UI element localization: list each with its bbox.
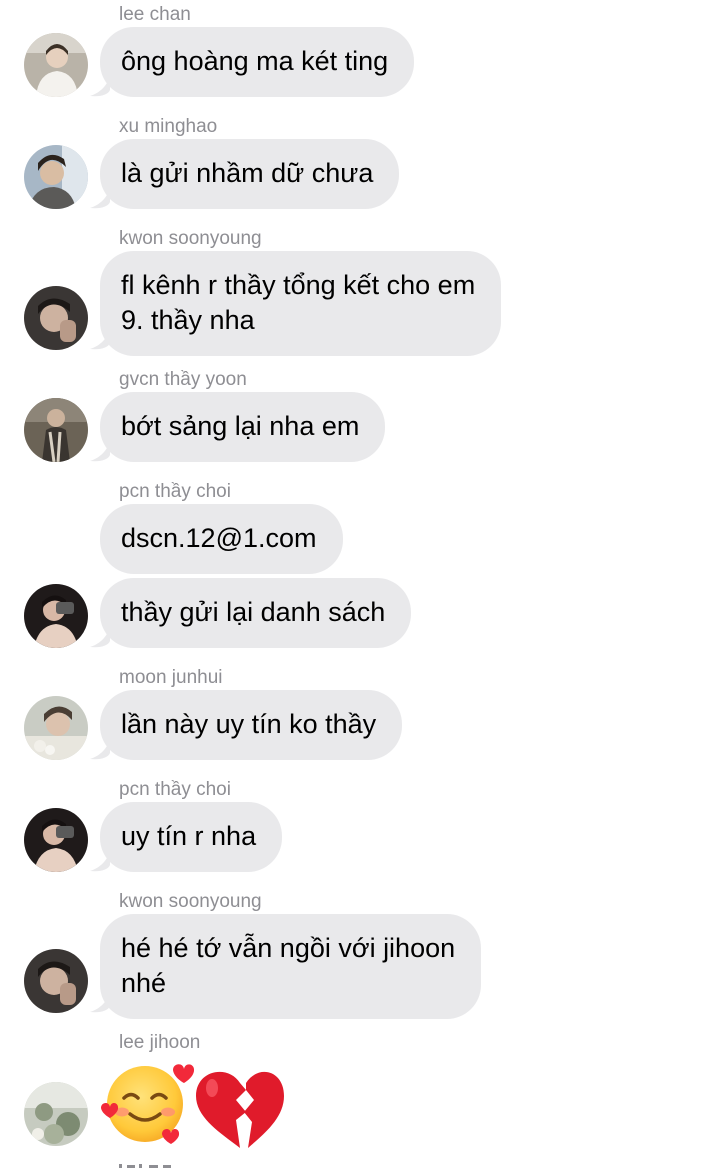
- message-line: 9. thầy nha: [121, 305, 255, 335]
- sender-name-gvcn-thay-yoon: gvcn thầy yoon: [119, 369, 247, 390]
- avatar-lee-chan[interactable]: [24, 33, 88, 97]
- message-bubble[interactable]: dscn.12@1.com: [100, 504, 343, 574]
- avatar-gvcn-thay-yoon[interactable]: [24, 398, 88, 462]
- message-bubble[interactable]: hé hé tớ vẫn ngồi với jihoon nhé: [100, 914, 482, 1019]
- avatar-kwon-soonyoung[interactable]: [24, 949, 88, 1013]
- sender-name-pcn-thay-choi: pcn thầy choi: [119, 779, 231, 800]
- message-line: fl kênh r thầy tổng kết cho em: [121, 270, 476, 300]
- emoji-message[interactable]: [100, 1056, 300, 1150]
- sender-name-pcn-thay-choi: pcn thầy choi: [119, 481, 231, 502]
- message-line: nhé: [121, 968, 167, 998]
- avatar-xu-minghao[interactable]: [24, 145, 88, 209]
- avatar-kwon-soonyoung[interactable]: [24, 286, 88, 350]
- message-bubble[interactable]: lần này uy tín ko thầy: [100, 690, 403, 760]
- message-bubble[interactable]: bớt sảng lại nha em: [100, 392, 386, 462]
- sender-name-lee-chan: lee chan: [119, 4, 191, 25]
- sender-name-xu-minghao: xu minghao: [119, 116, 218, 137]
- avatar-lee-jihoon[interactable]: [24, 1082, 88, 1146]
- broken-heart-icon: [196, 1071, 284, 1148]
- message-bubble[interactable]: là gửi nhầm dữ chưa: [100, 139, 400, 209]
- sender-name-kwon-soonyoung: kwon soonyoung: [119, 228, 262, 249]
- avatar-pcn-thay-choi[interactable]: [24, 584, 88, 648]
- smiling-face-with-hearts-icon: [101, 1064, 195, 1144]
- sender-name-kwon-soonyoung: kwon soonyoung: [119, 891, 262, 912]
- next-sender-name-cutoff: [119, 1164, 171, 1168]
- message-bubble[interactable]: thầy gửi lại danh sách: [100, 578, 412, 648]
- avatar-pcn-thay-choi[interactable]: [24, 808, 88, 872]
- message-line: hé hé tớ vẫn ngồi với jihoon: [121, 933, 456, 963]
- message-bubble[interactable]: fl kênh r thầy tổng kết cho em 9. thầy n…: [100, 251, 502, 356]
- message-bubble[interactable]: uy tín r nha: [100, 802, 283, 872]
- message-bubble[interactable]: ông hoàng ma két ting: [100, 27, 415, 97]
- avatar-moon-junhui[interactable]: [24, 696, 88, 760]
- sender-name-moon-junhui: moon junhui: [119, 667, 223, 688]
- sender-name-lee-jihoon: lee jihoon: [119, 1032, 201, 1053]
